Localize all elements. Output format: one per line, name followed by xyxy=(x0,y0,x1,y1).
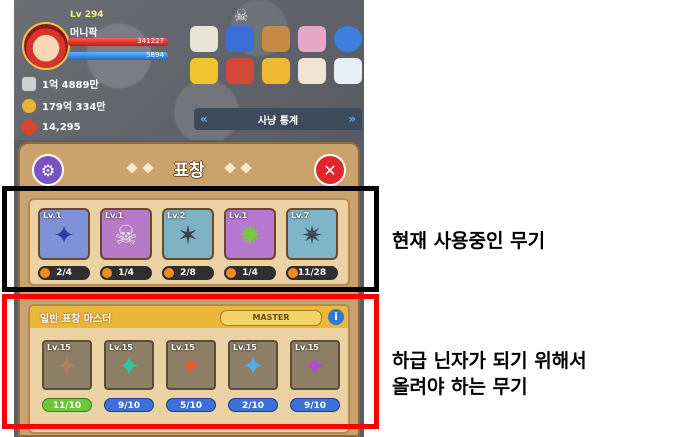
current-weapon-highlight-box xyxy=(2,186,379,292)
trophy-icon[interactable] xyxy=(262,58,290,84)
hunt-stats-label: 사냥 통계 xyxy=(257,115,299,127)
close-icon[interactable]: ✕ xyxy=(314,154,346,186)
scroll-icon[interactable] xyxy=(334,58,362,84)
gem-stat: 14,295 xyxy=(19,117,81,137)
panel-header: ⚙ 표창 ✕ xyxy=(20,144,358,192)
banner-icon[interactable] xyxy=(226,58,254,84)
mp-value: 5894 xyxy=(146,51,164,59)
panel-title: 표창 xyxy=(173,161,205,181)
upgrade-weapon-note-line1: 하급 닌자가 되기 위해서 xyxy=(392,350,587,372)
list-icon[interactable] xyxy=(334,26,362,52)
attack-icon xyxy=(22,76,36,91)
upgrade-weapon-note-line2: 올려야 하는 무기 xyxy=(392,376,528,398)
book-icon[interactable] xyxy=(226,26,254,52)
upgrade-weapon-highlight-box xyxy=(2,294,379,429)
player-level: Lv 294 xyxy=(70,10,104,20)
right-arrow-icon[interactable]: » xyxy=(348,112,356,126)
hp-value: 341227 xyxy=(137,37,164,45)
skull-icon[interactable]: ☠ xyxy=(234,6,248,25)
gift-icon[interactable] xyxy=(298,26,326,52)
attack-stat: 1억 4889만 xyxy=(22,76,99,91)
gold-stat: 179억 334만 xyxy=(22,98,106,113)
hunt-stats-bar[interactable]: « 사냥 통계 » xyxy=(194,108,362,130)
red-gem-icon xyxy=(19,117,39,137)
card-box-icon[interactable] xyxy=(190,26,218,52)
pet-icon[interactable] xyxy=(298,58,326,84)
mp-bar: 5894 xyxy=(68,51,168,60)
friends-icon[interactable] xyxy=(190,58,218,84)
avatar[interactable] xyxy=(22,22,70,70)
glove-icon[interactable] xyxy=(262,26,290,52)
gold-coin-icon xyxy=(22,98,36,113)
left-arrow-icon[interactable]: « xyxy=(200,112,208,126)
player-name: 머니팍 xyxy=(70,28,98,39)
current-weapon-note: 현재 사용중인 무기 xyxy=(392,230,546,252)
hp-bar: 341227 xyxy=(68,37,168,46)
menu-icon-grid xyxy=(190,26,362,84)
